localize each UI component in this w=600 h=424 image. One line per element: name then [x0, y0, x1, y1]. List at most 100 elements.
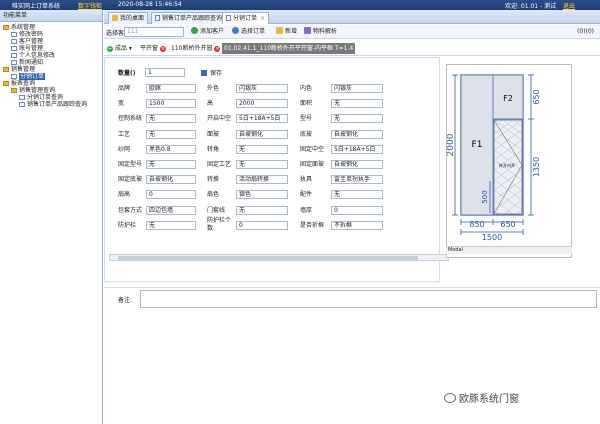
field-value[interactable]: 无 [146, 114, 196, 124]
sidebar-item-label: 分销订单查询 [27, 94, 64, 101]
field-value[interactable]: 无 [146, 160, 196, 169]
field-value[interactable]: 0 [146, 190, 196, 200]
sidebar-item[interactable]: 销售管理查询 [11, 87, 55, 94]
help-link[interactable]: 数字钱柜 [78, 1, 102, 10]
subtab-110-outward[interactable]: 110断桥外开窗 × [169, 43, 222, 54]
logout-link[interactable]: 退出 [563, 1, 575, 10]
page-icon [11, 39, 17, 44]
sidebar-item[interactable]: 分销订单查询 [19, 94, 63, 101]
field-label: 固定工艺 [207, 161, 232, 168]
top-bar: 唯实网上订单系统 数字钱柜 2020-08-28 15:46:54 欢迎: 01… [0, 0, 600, 10]
field-value[interactable]: 不拆框 [331, 220, 383, 230]
select-order-button[interactable]: 选择订单 [232, 27, 265, 37]
dim-total-width: 1500 [482, 233, 502, 242]
field-label: 外色 [207, 85, 220, 92]
select-order-label: 选择订单 [241, 28, 266, 35]
remark-input[interactable] [140, 290, 597, 308]
subtab-product-detail[interactable]: 01.02.41.1_110断桥外开平开窗-内平框 T=1.4 [222, 43, 356, 54]
sidebar-item[interactable]: 客户管理 [11, 38, 43, 45]
subtab-casement[interactable]: 平开窗 × [138, 43, 168, 54]
tab-desktop[interactable]: 我的桌面 [108, 12, 149, 24]
field-label: 高 [207, 100, 214, 108]
page-icon [155, 15, 160, 21]
subtab-110-label: 110断桥外开窗 [171, 45, 213, 52]
customer-select[interactable]: 111 [124, 27, 184, 37]
field-value[interactable]: 5白+18A+5白 [331, 144, 383, 154]
sidebar-item[interactable]: 账号管理 [11, 45, 43, 52]
sidebar-item[interactable]: 个人信息修改 [11, 52, 55, 59]
sidebar-item-label: 修改密码 [19, 31, 44, 38]
field-value[interactable]: 自玻钢化 [146, 175, 196, 185]
field-value[interactable]: 5白+18A+5白 [236, 114, 288, 124]
sidebar-item[interactable]: 新闻通知 [11, 59, 43, 66]
window-drawing-panel: F1 F2 外开内开 2000 650 1350 850 650 1500 50… [446, 64, 572, 258]
field-value[interactable]: 闪银灰 [236, 84, 288, 93]
field-value[interactable]: 雷圭单拐执手 [331, 175, 383, 185]
field-value[interactable]: 自玻钢化 [331, 129, 383, 139]
field-value[interactable]: 黑色0.8 [146, 144, 196, 154]
field-label: 底玻 [300, 130, 313, 138]
field-label: 纱网 [118, 145, 131, 153]
field-label: 扇色 [207, 191, 220, 199]
field-value[interactable]: 2000 [236, 99, 288, 109]
field-value[interactable]: 自玻钢化 [331, 160, 383, 169]
save-button[interactable]: 保存 [201, 70, 222, 78]
sidebar-item[interactable]: 销售订单产品跟踪查询 [19, 101, 87, 108]
customer-value: 111 [127, 28, 139, 35]
field-value[interactable]: 无 [146, 129, 196, 139]
close-icon[interactable]: × [160, 46, 167, 52]
subtab-casement-label: 平开窗 [140, 45, 159, 52]
tab-tracking-label: 销售订单产品跟踪查询 [162, 15, 223, 22]
field-label: 品牌 [118, 85, 131, 92]
field-label: 固定面玻 [300, 161, 325, 168]
field-value[interactable]: 1500 [146, 99, 196, 109]
sidebar-item[interactable]: 报表查询 [3, 80, 35, 87]
sidebar-item[interactable]: 分销订单 [11, 73, 46, 80]
field-value[interactable]: 无 [236, 205, 288, 215]
field-value[interactable]: 自玻钢化 [236, 129, 288, 139]
add-customer-button[interactable]: 添加客户 [191, 27, 224, 37]
field-value[interactable]: 无 [331, 99, 383, 109]
new-button[interactable]: 新增 [276, 27, 297, 37]
field-value[interactable]: 无 [236, 144, 288, 154]
field-value[interactable]: 无 [331, 114, 383, 124]
folder-icon [3, 81, 9, 86]
field-value[interactable]: 无 [146, 220, 196, 230]
sidebar-item-label: 个人信息修改 [19, 52, 56, 59]
field-value[interactable]: 0 [236, 220, 288, 230]
sidebar-item[interactable]: 系统管理 [3, 24, 35, 31]
qty-input[interactable]: 1 [145, 68, 185, 77]
datetime: 2020-08-28 15:46:54 [118, 1, 182, 8]
field-value[interactable]: 无 [236, 160, 288, 169]
field-value[interactable]: 无 [331, 190, 383, 200]
field-label: 宽 [118, 100, 125, 108]
material-parse-button[interactable]: 物料解析 [304, 27, 337, 37]
tab-distribution-order[interactable]: 分销订单 × [222, 12, 270, 24]
field-value[interactable]: 0 [331, 205, 383, 215]
close-icon[interactable]: × [214, 46, 221, 52]
scroll-thumb[interactable] [118, 256, 418, 260]
folder-icon [11, 88, 17, 93]
modal-bar: Modal [446, 246, 572, 254]
tab-tracking-query[interactable]: 销售订单产品跟踪查询 [151, 12, 227, 24]
field-label: 门套线 [207, 206, 226, 214]
sidebar-item[interactable]: 销售管理 [3, 66, 35, 73]
dim-top-right: 650 [532, 89, 541, 104]
sidebar-item[interactable]: 修改密码 [11, 31, 43, 38]
product-button[interactable]: + 成品 ▾ [105, 43, 134, 54]
dim-width-right: 650 [500, 220, 515, 229]
field-label: 固定型号 [118, 161, 143, 168]
field-value[interactable]: 活动扇转换 [236, 175, 288, 185]
product-form: 数量() 1 保存 品牌 欧豚 外色 闪银灰 内色 闪银灰宽 1500 高 2000 面积无控制系… [104, 57, 440, 282]
field-value[interactable]: 四边包墙 [146, 205, 196, 215]
product-label: 成品 [115, 45, 128, 52]
field-value[interactable]: 闪银灰 [331, 84, 383, 93]
modal-label: Modal [448, 247, 463, 253]
close-icon[interactable]: × [260, 15, 265, 22]
add-icon [191, 27, 198, 34]
horizontal-scrollbar[interactable] [109, 254, 449, 261]
field-label: 型号 [300, 115, 313, 123]
field-value[interactable]: 银色 [236, 190, 288, 200]
subtab-detail-label: 01.02.41.1_110断桥外开平开窗-内平框 T=1.4 [224, 45, 354, 52]
field-value[interactable]: 欧豚 [146, 84, 196, 93]
